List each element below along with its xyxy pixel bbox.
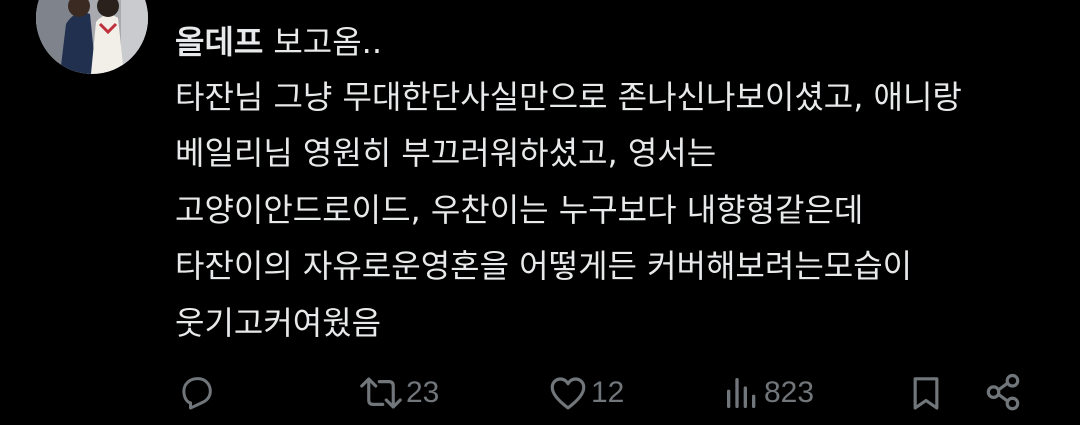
author-name[interactable]: 올데프 — [175, 23, 263, 61]
views-button[interactable]: 823 — [722, 365, 814, 421]
views-icon — [727, 378, 756, 408]
post-first-line: 보고옴.. — [273, 23, 382, 61]
repost-button[interactable]: 23 — [358, 365, 439, 421]
reply-button[interactable] — [176, 365, 218, 421]
share-button[interactable] — [982, 365, 1024, 421]
avatar[interactable] — [36, 0, 148, 74]
post-content: 올데프 보고옴.. 타잔님 그냥 무대한단사실만으로 존나신나보이셨고, 애니랑 … — [175, 20, 1055, 351]
repost-count: 23 — [406, 376, 440, 409]
share-icon — [986, 373, 1020, 411]
like-button[interactable]: 12 — [547, 365, 624, 421]
post-text-line: 타잔이의 자유로운영혼을 어떻게든 커버해보려는모습이 — [175, 247, 913, 286]
avatar-photo — [36, 0, 148, 74]
repost-icon — [360, 377, 402, 409]
post-header: 올데프 보고옴.. — [175, 20, 1055, 64]
post-text-line: 고양이안드로이드, 우찬이는 누구보다 내향형같은데 — [175, 190, 864, 229]
bookmark-icon — [913, 377, 939, 410]
bookmark-button[interactable] — [906, 365, 946, 421]
reply-icon — [182, 377, 212, 410]
post-text-line: 웃기고커여웠음 — [175, 303, 382, 342]
post-text-line: 베일리님 영원히 부끄러워하셨고, 영서는 — [175, 134, 717, 173]
post-text: 타잔님 그냥 무대한단사실만으로 존나신나보이셨고, 애니랑 베일리님 영원히 … — [175, 69, 1055, 351]
heart-icon — [550, 377, 586, 410]
views-count: 823 — [764, 376, 815, 409]
post-text-line: 타잔님 그냥 무대한단사실만으로 존나신나보이셨고, 애니랑 — [175, 78, 962, 116]
like-count: 12 — [591, 376, 625, 409]
action-bar: 23 12 823 — [0, 365, 1080, 421]
